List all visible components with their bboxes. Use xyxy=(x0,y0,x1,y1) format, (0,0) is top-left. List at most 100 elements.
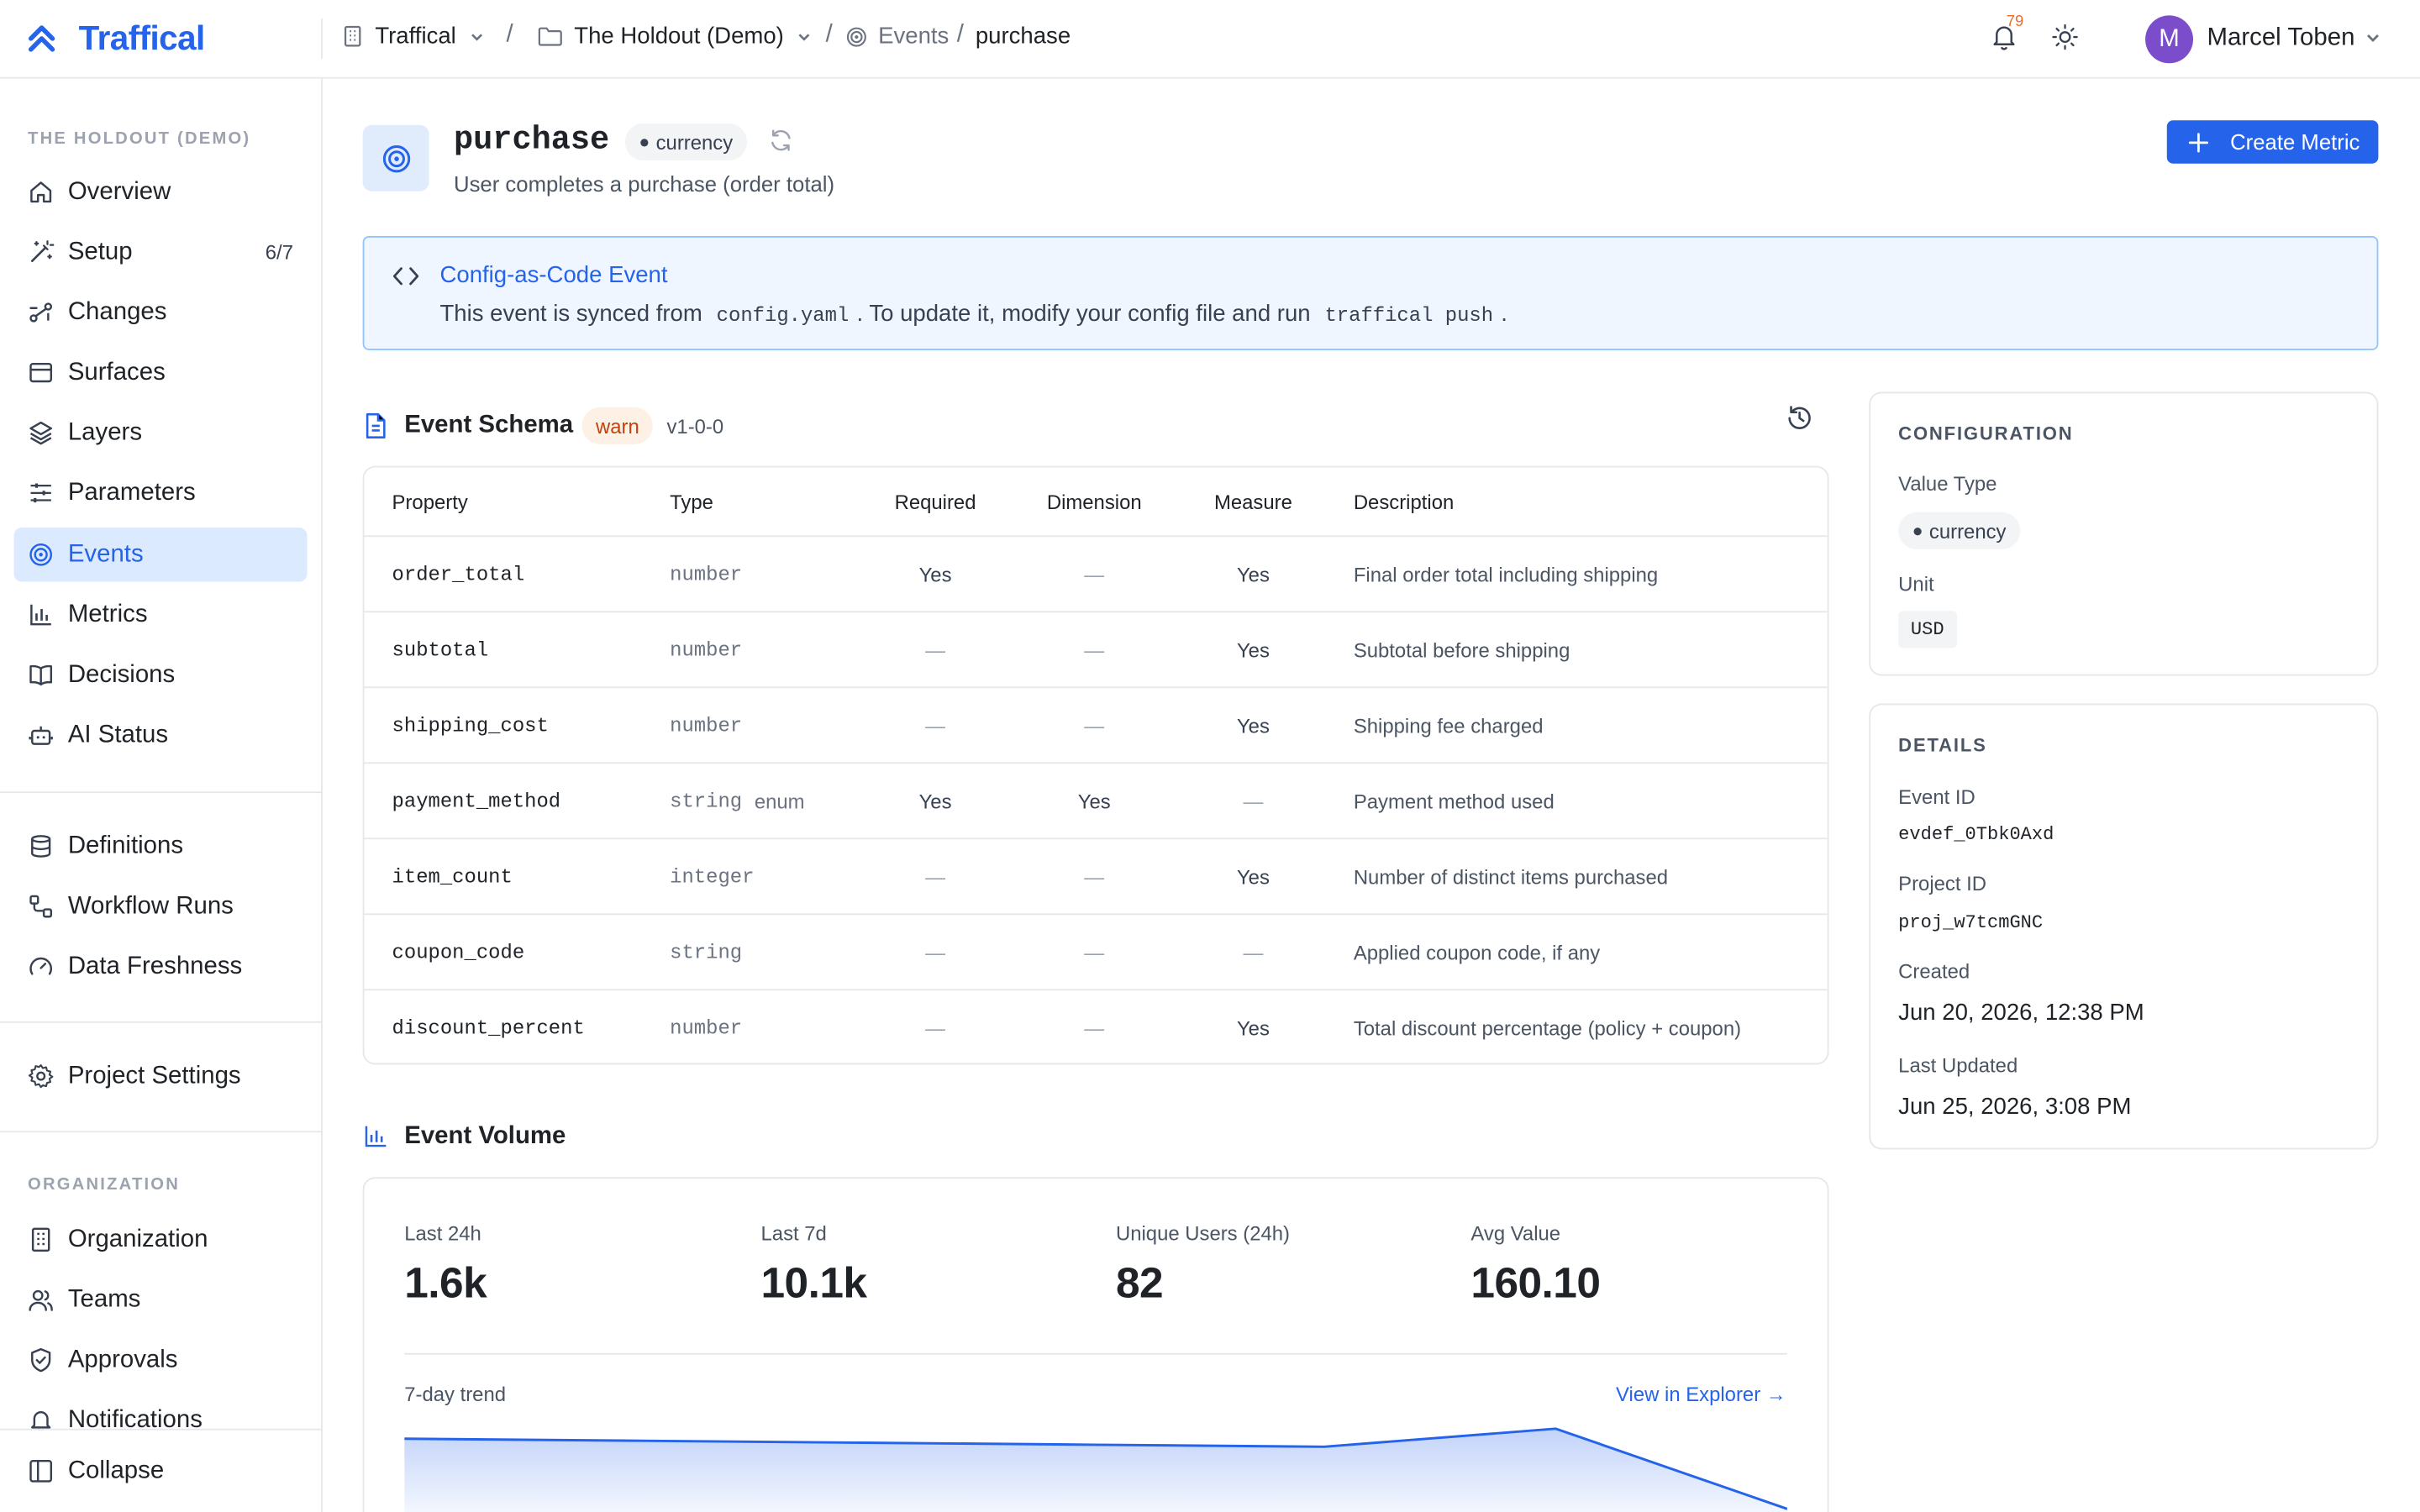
stat-label: Unique Users (24h) xyxy=(1115,1221,1290,1246)
cell-property: discount_percent xyxy=(392,1016,585,1040)
sidebar-item-workflow-runs[interactable]: Workflow Runs xyxy=(14,879,308,933)
sidebar-item-surfaces[interactable]: Surfaces xyxy=(14,345,308,399)
sidebar-item-overview[interactable]: Overview xyxy=(14,165,308,219)
cell-dimension: — xyxy=(1084,1016,1105,1040)
column-header: Measure xyxy=(1213,490,1292,513)
sidebar-item-decisions[interactable]: Decisions xyxy=(14,648,308,701)
sidebar-divider xyxy=(0,791,323,794)
create-metric-button[interactable]: Create Metric xyxy=(2166,120,2379,164)
event-icon-box xyxy=(362,124,429,192)
view-in-explorer-link[interactable]: View in Explorer → xyxy=(1616,1383,1786,1406)
details-title: DETAILS xyxy=(1898,734,1987,757)
sliders-icon xyxy=(28,480,54,506)
cell-type: string enum xyxy=(670,764,804,837)
sidebar-item-data-freshness[interactable]: Data Freshness xyxy=(14,940,308,994)
brand[interactable]: Traffical xyxy=(26,18,205,59)
table-row[interactable]: coupon_code string — — — Applied coupon code,… xyxy=(364,913,1828,989)
sidebar-item-definitions[interactable]: Definitions xyxy=(14,819,308,873)
cell-measure: Yes xyxy=(1236,713,1270,738)
sidebar-item-metrics[interactable]: Metrics xyxy=(14,588,308,642)
schema-table: Property Type Required Dimension Measure… xyxy=(362,465,1829,1065)
cell-type: number xyxy=(670,990,742,1063)
target-icon xyxy=(381,143,412,174)
sidebar-item-organization[interactable]: Organization xyxy=(14,1213,308,1267)
table-row[interactable]: discount_percent number — — Yes Total discoun… xyxy=(364,989,1828,1063)
cell-description: Final order total including shipping xyxy=(1353,562,1659,586)
sidebar-item-project-settings[interactable]: Project Settings xyxy=(14,1049,308,1103)
cell-required: — xyxy=(925,713,946,738)
table-row[interactable]: payment_method string enum Yes Yes — Payment m… xyxy=(364,762,1828,837)
target-icon xyxy=(846,25,868,47)
chevron-down-icon[interactable] xyxy=(2363,28,2383,48)
breadcrumb-separator: / xyxy=(506,21,513,48)
notification-count-badge: 79 xyxy=(2006,13,2024,31)
schema-warn-badge: warn xyxy=(581,407,654,444)
history-icon[interactable] xyxy=(1786,404,1813,432)
sidebar-item-ai-status[interactable]: AI Status xyxy=(14,708,308,762)
breadcrumb-separator: / xyxy=(825,21,833,48)
sidebar-item-setup[interactable]: Setup 6/7 xyxy=(14,225,308,279)
home-icon xyxy=(28,179,54,205)
cell-type: string xyxy=(670,915,742,989)
event-id-label: Event ID xyxy=(1898,785,1975,809)
column-header: Property xyxy=(392,490,468,513)
sidebar-item-events[interactable]: Events xyxy=(13,528,308,582)
sidebar-project-heading: THE HOLDOUT (DEMO) xyxy=(28,129,251,149)
sidebar-item-teams[interactable]: Teams xyxy=(14,1273,308,1326)
cell-property: shipping_cost xyxy=(392,713,549,738)
sidebar-collapse-button[interactable]: Collapse xyxy=(14,1444,308,1498)
folder-icon xyxy=(537,24,563,48)
breadcrumb-org[interactable]: Traffical xyxy=(341,24,486,50)
table-header-row: Property Type Required Dimension Measure… xyxy=(364,468,1827,536)
table-row[interactable]: order_total number Yes — Yes Final order tota… xyxy=(364,535,1828,611)
table-row[interactable]: item_count integer — — Yes Number of distinct… xyxy=(364,837,1828,913)
cell-description: Shipping fee charged xyxy=(1353,713,1544,738)
gear-icon xyxy=(28,1063,54,1089)
cell-description: Subtotal before shipping xyxy=(1353,638,1570,662)
value-type-label: Value Type xyxy=(1898,472,1997,496)
volume-title: Event Volume xyxy=(404,1123,566,1150)
bot-icon xyxy=(28,722,54,748)
breadcrumb-events[interactable]: Events xyxy=(846,24,949,50)
cell-measure: Yes xyxy=(1236,562,1270,586)
type-value: integer xyxy=(670,864,755,889)
cell-property: coupon_code xyxy=(392,940,525,964)
user-name[interactable]: Marcel Toben xyxy=(2207,24,2355,52)
cell-dimension: Yes xyxy=(1077,789,1111,813)
cell-dimension: — xyxy=(1084,562,1105,586)
breadcrumb-project[interactable]: The Holdout (Demo) xyxy=(537,24,813,50)
type-value: string xyxy=(670,789,743,813)
table-row[interactable]: subtotal number — — Yes Subtotal before shipp… xyxy=(364,611,1828,686)
user-avatar[interactable]: M xyxy=(2145,15,2194,64)
sync-refresh-icon[interactable] xyxy=(769,128,793,152)
chevron-down-icon xyxy=(467,27,486,45)
plus-icon xyxy=(2188,132,2209,152)
sidebar-item-approvals[interactable]: Approvals xyxy=(14,1333,308,1387)
type-value: number xyxy=(670,713,743,738)
created-value: Jun 20, 2026, 12:38 PM xyxy=(1898,1000,2144,1026)
configuration-title: CONFIGURATION xyxy=(1898,423,2074,444)
event-id-value: evdef_0Tbk0Axd xyxy=(1898,823,2054,846)
cell-measure: Yes xyxy=(1236,1016,1270,1040)
event-volume-card: Last 24h 1.6k Last 7d 10.1k Unique Users… xyxy=(362,1177,1829,1512)
theme-toggle-sun-icon[interactable] xyxy=(2051,24,2079,51)
cell-dimension: — xyxy=(1084,713,1105,738)
book-icon xyxy=(28,662,54,688)
sidebar-collapse-icon xyxy=(28,1458,54,1484)
workflow-icon xyxy=(28,893,54,919)
config-file-code: config.yaml xyxy=(716,303,850,328)
cell-dimension: — xyxy=(1084,864,1105,889)
updated-value: Jun 25, 2026, 3:08 PM xyxy=(1898,1094,2132,1121)
sidebar-item-parameters[interactable]: Parameters xyxy=(14,466,308,520)
banner-title[interactable]: Config-as-Code Event xyxy=(439,262,667,288)
breadcrumb-separator: / xyxy=(956,21,964,48)
value-type-pill: currency xyxy=(624,123,747,161)
cell-dimension: — xyxy=(1084,638,1105,662)
cell-description: Total discount percentage (policy + coup… xyxy=(1353,1016,1742,1040)
sidebar-item-changes[interactable]: Changes xyxy=(14,286,308,339)
bar-chart-icon xyxy=(28,601,54,627)
sidebar-item-layers[interactable]: Layers xyxy=(14,406,308,459)
table-row[interactable]: shipping_cost number — — Yes Shipping fee cha… xyxy=(364,686,1828,762)
divider xyxy=(404,1352,1787,1355)
cell-measure: — xyxy=(1243,940,1264,964)
